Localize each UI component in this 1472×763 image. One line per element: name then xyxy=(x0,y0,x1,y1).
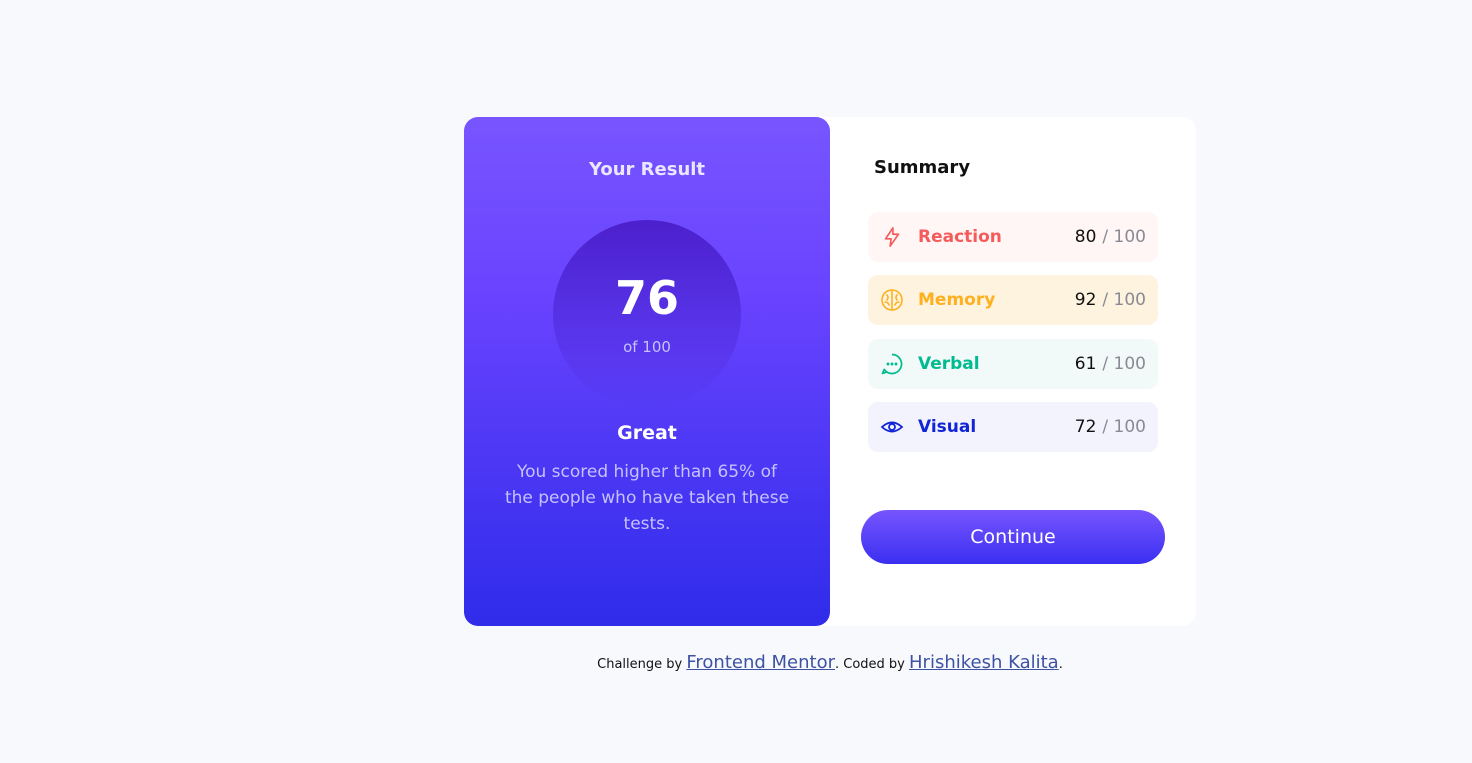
summary-item-max: / 100 xyxy=(1102,290,1146,310)
footer-prefix: Challenge by xyxy=(597,657,683,672)
summary-item-max: / 100 xyxy=(1102,417,1146,437)
footer-suffix: . xyxy=(1058,657,1063,672)
summary-item-score: 80 xyxy=(1074,227,1097,247)
summary-item-max: / 100 xyxy=(1102,227,1146,247)
score-max: of 100 xyxy=(623,338,671,356)
brain-icon xyxy=(880,288,904,312)
summary-title: Summary xyxy=(874,157,971,178)
summary-item-label: Verbal xyxy=(918,354,980,374)
summary-item-max: / 100 xyxy=(1102,354,1146,374)
summary-item-score: 92 xyxy=(1074,290,1097,310)
summary-item-label: Reaction xyxy=(918,227,1002,247)
score-circle: 76 of 100 xyxy=(553,220,741,408)
author-link[interactable]: Hrishikesh Kalita xyxy=(909,652,1059,673)
footer-middle: . Coded by xyxy=(835,657,905,672)
summary-item-score: 72 xyxy=(1074,417,1097,437)
summary-item-reaction: Reaction 80 / 100 xyxy=(868,212,1158,262)
result-verdict: Great xyxy=(617,422,677,444)
attribution-footer: Challenge by Frontend Mentor. Coded by H… xyxy=(0,652,1472,673)
summary-panel: Summary Reaction 80 / 100 Memory 92 / 10… xyxy=(830,117,1196,626)
lightning-icon xyxy=(880,225,904,249)
summary-item-memory: Memory 92 / 100 xyxy=(868,275,1158,325)
summary-item-visual: Visual 72 / 100 xyxy=(868,402,1158,452)
summary-item-score: 61 xyxy=(1074,354,1097,374)
result-panel: Your Result 76 of 100 Great You scored h… xyxy=(464,117,830,626)
summary-item-verbal: Verbal 61 / 100 xyxy=(868,339,1158,389)
continue-button[interactable]: Continue xyxy=(861,510,1165,564)
result-description: You scored higher than 65% of the people… xyxy=(504,462,790,534)
summary-item-label: Memory xyxy=(918,290,996,310)
results-card: Your Result 76 of 100 Great You scored h… xyxy=(464,117,1196,626)
score-value: 76 xyxy=(614,271,679,325)
summary-item-label: Visual xyxy=(918,417,977,437)
chat-bubble-icon xyxy=(880,352,904,376)
result-title: Your Result xyxy=(588,159,706,180)
eye-icon xyxy=(880,415,904,439)
frontend-mentor-link[interactable]: Frontend Mentor xyxy=(686,652,835,673)
